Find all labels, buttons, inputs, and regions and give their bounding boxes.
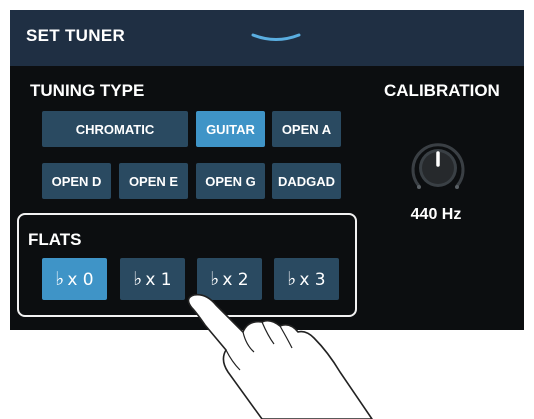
pointing-hand-icon <box>187 293 373 419</box>
